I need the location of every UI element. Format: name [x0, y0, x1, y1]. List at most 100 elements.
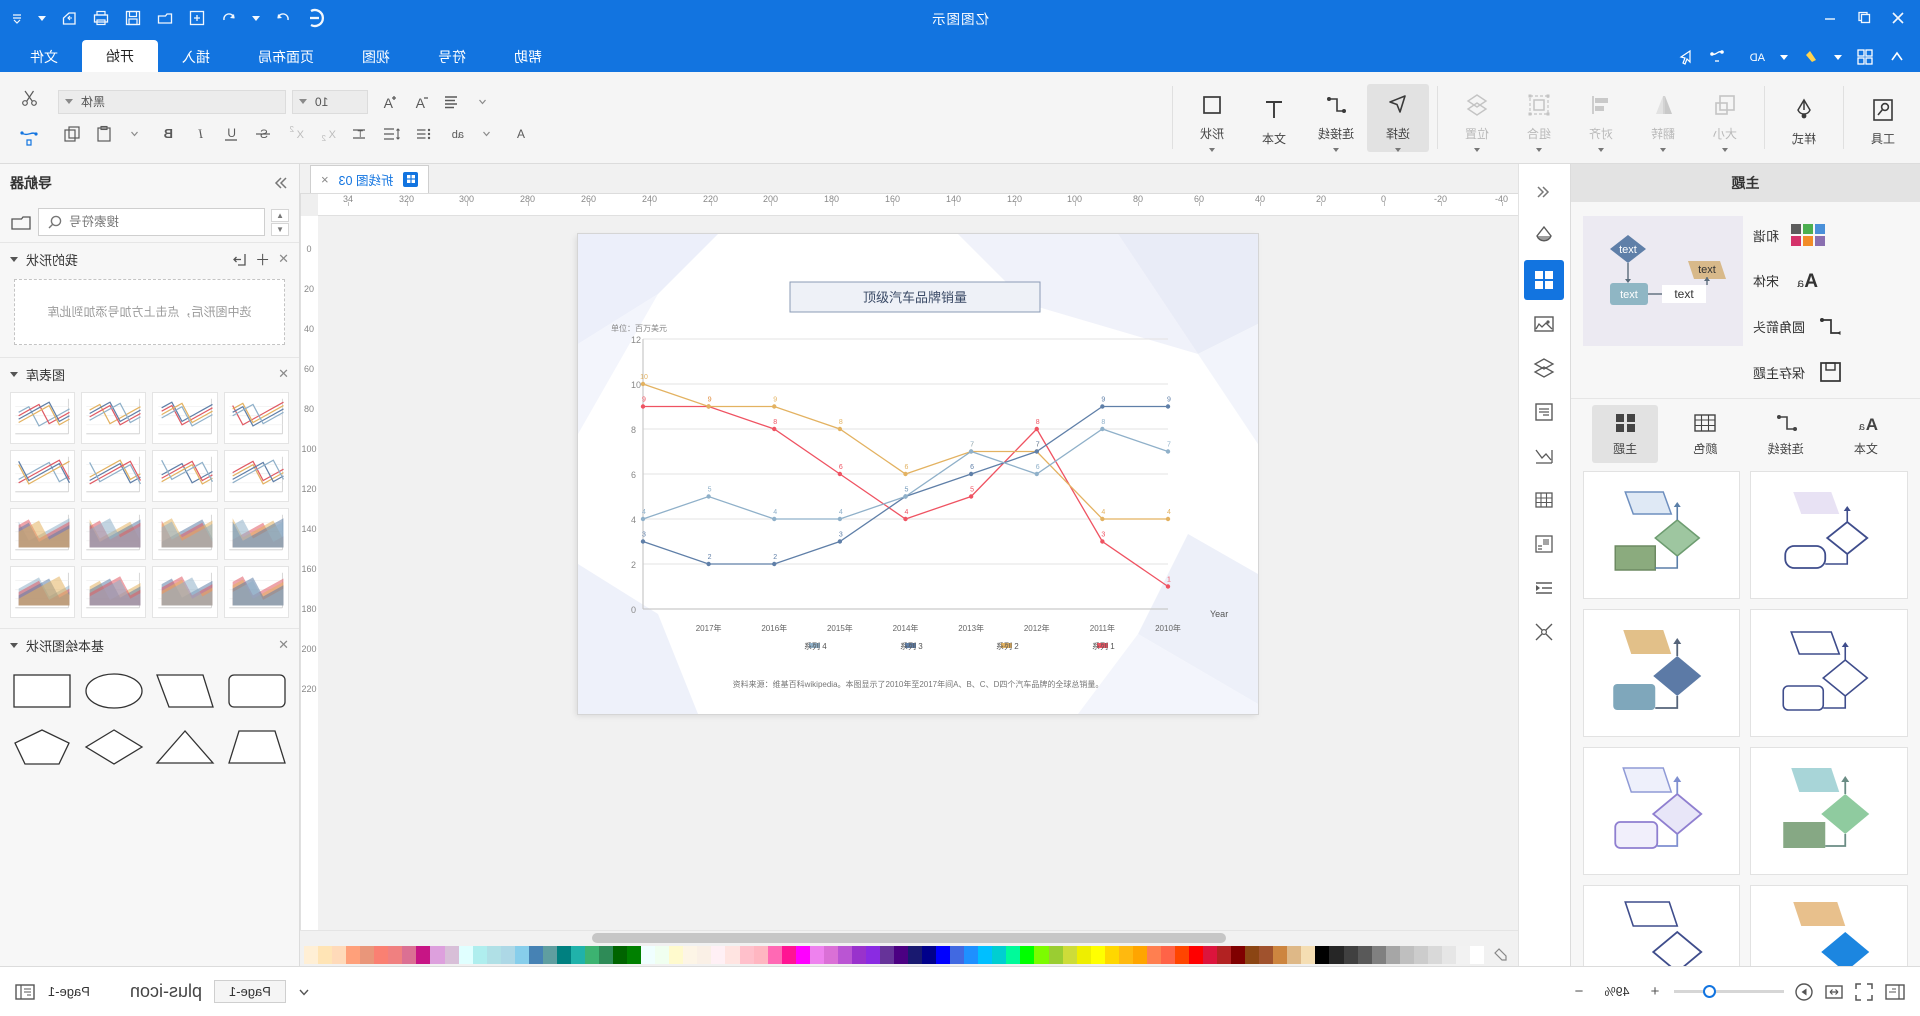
palette-swatch[interactable]: [725, 946, 740, 964]
shape-ellipse[interactable]: [82, 667, 146, 715]
palette-swatch[interactable]: [851, 946, 866, 964]
container-icon[interactable]: [1525, 524, 1565, 564]
tab-help[interactable]: 帮助: [490, 42, 566, 72]
superscript-icon[interactable]: X2: [282, 122, 308, 146]
paste-icon[interactable]: [90, 122, 116, 146]
page-list-icon[interactable]: [1884, 982, 1906, 1002]
undo-icon[interactable]: [220, 9, 238, 27]
tab-file[interactable]: 文件: [6, 42, 82, 72]
ribbon-align-button[interactable]: 对齐: [1570, 84, 1632, 152]
canvas-scroll[interactable]: 顶级汽车品牌销量 0 2 4 6 8 10 12 单位：百万美元 Year 1 3 8 5 4 6 8 9 9 4 4 7…: [318, 216, 1518, 930]
close-icon[interactable]: ×: [321, 172, 329, 187]
palette-swatch[interactable]: [374, 946, 389, 964]
zoom-slider-knob[interactable]: [1702, 985, 1716, 998]
palette-swatch[interactable]: [641, 946, 656, 964]
ribbon-connector-button[interactable]: 连接线: [1305, 84, 1367, 152]
palette-swatch[interactable]: [402, 946, 417, 964]
plus-icon[interactable]: plus-icon: [130, 981, 202, 1002]
chevron-down-icon[interactable]: [10, 371, 18, 377]
search-input-wrapper[interactable]: [38, 208, 265, 236]
bold-dropdown-icon[interactable]: [122, 122, 148, 146]
line-chart[interactable]: 顶级汽车品牌销量024681012单位：百万美元Year138546899447…: [578, 234, 1258, 714]
document-page[interactable]: 顶级汽车品牌销量 0 2 4 6 8 10 12 单位：百万美元 Year 1 3 8 5 4 6 8 9 9 4 4 7…: [578, 234, 1258, 714]
palette-swatch[interactable]: [514, 946, 529, 964]
chart-template-card[interactable]: [10, 566, 76, 618]
palette-swatch[interactable]: [1217, 946, 1232, 964]
strikethrough-icon[interactable]: S: [250, 122, 276, 146]
palette-swatch[interactable]: [1399, 946, 1414, 964]
fill-style-icon[interactable]: [1525, 216, 1565, 256]
redo-icon[interactable]: [274, 9, 292, 27]
theme-tab-connector[interactable]: 连接线: [1753, 405, 1819, 463]
palette-swatch[interactable]: [1469, 946, 1484, 964]
chart-template-card[interactable]: [10, 450, 76, 502]
chart-template-card[interactable]: [81, 508, 147, 560]
theme-card[interactable]: [1750, 747, 1908, 875]
palette-swatch[interactable]: [1441, 946, 1456, 964]
chart-icon[interactable]: [1525, 436, 1565, 476]
palette-swatch[interactable]: [1146, 946, 1161, 964]
palette-swatch[interactable]: [711, 946, 726, 964]
close-icon[interactable]: ✕: [278, 251, 289, 267]
chevron-down-icon[interactable]: [1598, 147, 1604, 152]
theme-card[interactable]: [1583, 609, 1741, 737]
chart-template-card[interactable]: [152, 450, 218, 502]
close-icon[interactable]: ✕: [278, 637, 289, 653]
horizontal-scrollbar[interactable]: [300, 930, 1518, 944]
bold-icon[interactable]: B: [154, 122, 180, 146]
cut-scissors-icon[interactable]: [16, 86, 42, 110]
palette-swatch[interactable]: [1413, 946, 1428, 964]
vertical-ruler[interactable]: 0 20 40 60 80 100 120 140 160 180 200 220: [300, 216, 318, 930]
palette-swatch[interactable]: [809, 946, 824, 964]
redo-dropdown-icon[interactable]: [252, 15, 260, 21]
palette-swatch[interactable]: [922, 946, 937, 964]
close-icon[interactable]: ✕: [278, 366, 289, 382]
import-icon[interactable]: [232, 252, 247, 267]
italic-icon[interactable]: I: [186, 122, 212, 146]
chart-template-card[interactable]: [223, 392, 289, 444]
page-dropdown-icon[interactable]: [298, 986, 310, 998]
highlight-color-icon[interactable]: ab: [442, 122, 468, 146]
options-chevron-icon[interactable]: [10, 11, 24, 25]
fit-page-icon[interactable]: [1824, 982, 1844, 1002]
page-navigator-icon[interactable]: [14, 982, 36, 1002]
highlight-dropdown-icon[interactable]: [1780, 54, 1788, 60]
chevron-down-icon[interactable]: [65, 99, 73, 104]
palette-swatch[interactable]: [795, 946, 810, 964]
theme-tab-theme[interactable]: 主题: [1592, 405, 1659, 463]
ribbon-style-button[interactable]: 样式: [1773, 89, 1835, 147]
palette-swatch[interactable]: [1203, 946, 1218, 964]
shape-diamond[interactable]: [82, 723, 146, 771]
palette-swatch[interactable]: [1189, 946, 1204, 964]
quick-access-dropdown-icon[interactable]: [38, 15, 46, 21]
chart-template-card[interactable]: [223, 450, 289, 502]
chart-template-card[interactable]: [10, 508, 76, 560]
palette-swatch[interactable]: [1357, 946, 1372, 964]
palette-swatch[interactable]: [655, 946, 670, 964]
plus-icon[interactable]: ＋: [255, 249, 270, 270]
tab-home[interactable]: 开始: [82, 40, 158, 72]
palette-swatch[interactable]: [837, 946, 852, 964]
format-painter-ribbon-icon[interactable]: [16, 126, 42, 150]
text-indent-icon[interactable]: T: [346, 122, 372, 146]
theme-card[interactable]: [1583, 471, 1741, 599]
theme-card[interactable]: [1750, 885, 1908, 966]
merge-icon[interactable]: [1525, 612, 1565, 652]
palette-swatch[interactable]: [388, 946, 403, 964]
chevron-down-icon[interactable]: [1333, 147, 1339, 152]
palette-swatch[interactable]: [1048, 946, 1063, 964]
theme-card[interactable]: [1583, 747, 1741, 875]
palette-swatch[interactable]: [767, 946, 782, 964]
tab-view[interactable]: 视图: [338, 42, 414, 72]
palette-swatch[interactable]: [1329, 946, 1344, 964]
palette-swatch[interactable]: [556, 946, 571, 964]
chart-template-card[interactable]: [81, 392, 147, 444]
chevron-down-icon[interactable]: [1474, 147, 1480, 152]
line-spacing-icon[interactable]: [378, 122, 404, 146]
chevron-down-icon[interactable]: [299, 99, 307, 104]
font-size-combo[interactable]: 10: [292, 89, 368, 114]
palette-swatch[interactable]: [1090, 946, 1105, 964]
shape-parallelogram[interactable]: [154, 667, 218, 715]
palette-swatch[interactable]: [978, 946, 993, 964]
palette-swatch[interactable]: [697, 946, 712, 964]
